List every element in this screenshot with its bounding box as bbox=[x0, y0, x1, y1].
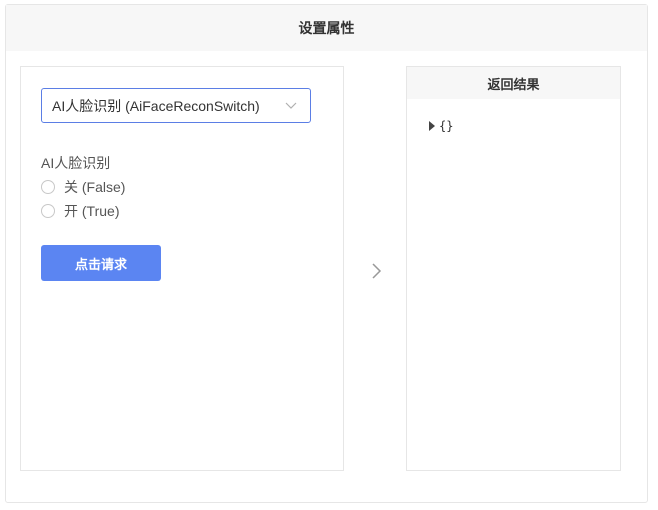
chevron-right-icon bbox=[372, 263, 382, 279]
json-viewer: {} bbox=[429, 119, 453, 133]
request-panel: AI人脸识别 (AiFaceReconSwitch) AI人脸识别 关 (Fal… bbox=[20, 66, 344, 471]
page-title: 设置属性 bbox=[6, 5, 647, 51]
json-text: {} bbox=[439, 119, 454, 133]
radio-option-true[interactable]: 开 (True) bbox=[41, 201, 119, 221]
radio-circle[interactable] bbox=[41, 180, 55, 194]
caret-right-icon[interactable] bbox=[429, 121, 435, 131]
property-select[interactable]: AI人脸识别 (AiFaceReconSwitch) bbox=[41, 88, 311, 123]
radio-option-false[interactable]: 关 (False) bbox=[41, 177, 125, 197]
submit-request-button[interactable]: 点击请求 bbox=[41, 245, 161, 281]
radio-option-label: 开 (True) bbox=[64, 203, 120, 219]
radio-option-label: 关 (False) bbox=[64, 179, 126, 195]
result-title: 返回结果 bbox=[407, 67, 620, 99]
property-select-value: AI人脸识别 (AiFaceReconSwitch) bbox=[52, 97, 260, 114]
radio-group-label: AI人脸识别 bbox=[41, 155, 111, 171]
result-panel: 返回结果 {} bbox=[406, 66, 621, 471]
radio-circle[interactable] bbox=[41, 204, 55, 218]
chevron-down-icon bbox=[285, 102, 297, 109]
